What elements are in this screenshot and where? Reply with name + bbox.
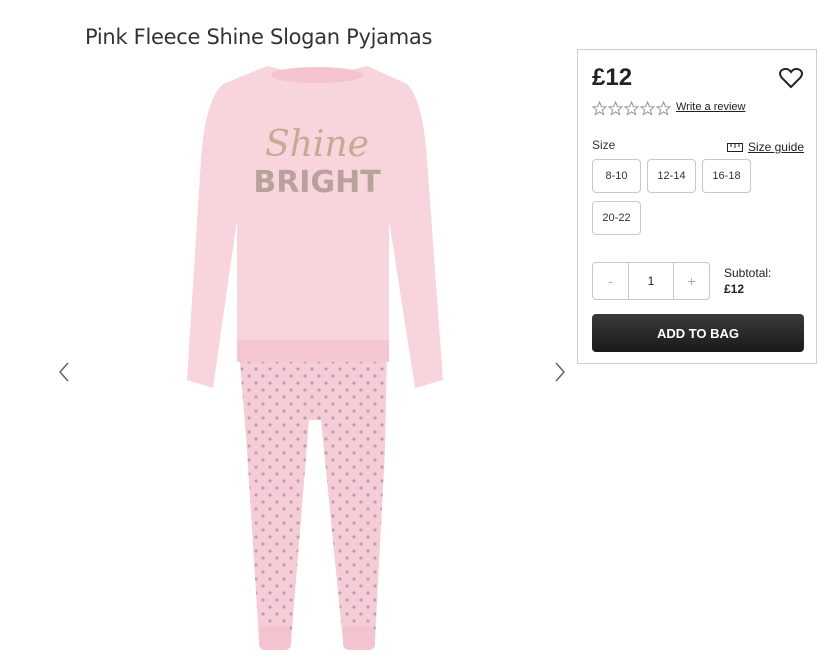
purchase-panel: £12 Write a review Size Size guide 8-10 … <box>577 49 817 364</box>
wishlist-heart-icon[interactable] <box>778 66 804 90</box>
size-guide-link[interactable]: Size guide <box>726 140 804 154</box>
star-icon <box>608 101 623 116</box>
size-option-20-22[interactable]: 20-22 <box>592 201 641 235</box>
star-icon <box>592 101 607 116</box>
write-review-link[interactable]: Write a review <box>676 101 745 113</box>
quantity-increase-button[interactable]: + <box>674 263 709 299</box>
price: £12 <box>592 64 633 91</box>
size-option-8-10[interactable]: 8-10 <box>592 159 641 193</box>
slogan-line1: Shine <box>265 124 369 165</box>
ruler-icon <box>726 142 743 152</box>
gallery-next-button[interactable] <box>548 360 570 384</box>
product-title: Pink Fleece Shine Slogan Pyjamas <box>85 25 433 50</box>
star-icon <box>640 101 655 116</box>
star-icon <box>656 101 671 116</box>
quantity-decrease-button[interactable]: - <box>593 263 628 299</box>
size-option-12-14[interactable]: 12-14 <box>647 159 696 193</box>
star-icon <box>624 101 639 116</box>
size-guide-label: Size guide <box>747 140 804 154</box>
size-option-16-18[interactable]: 16-18 <box>702 159 751 193</box>
slogan-line2: BRIGHT <box>253 165 381 200</box>
size-label: Size <box>592 138 616 152</box>
quantity-stepper: - + <box>592 262 710 300</box>
subtotal-value: £12 <box>724 282 745 296</box>
add-to-bag-button[interactable]: ADD TO BAG <box>592 314 804 352</box>
rating-stars <box>592 101 671 116</box>
gallery-prev-button[interactable] <box>54 360 76 384</box>
subtotal: Subtotal: £12 <box>724 265 771 297</box>
product-image: Shine BRIGHT <box>187 66 443 650</box>
quantity-input[interactable] <box>628 263 674 299</box>
subtotal-label: Subtotal: <box>724 266 772 280</box>
